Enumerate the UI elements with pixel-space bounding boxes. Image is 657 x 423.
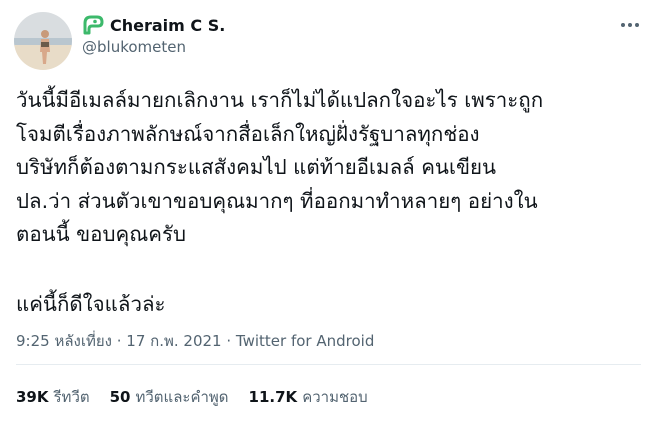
meta-separator: · [111,332,127,350]
retweets-stat[interactable]: 39K รีทวีต [16,385,90,409]
avatar-image [14,12,72,70]
tweet-line: แค่นี้ก็ดีใจแล้วล่ะ [16,291,166,316]
quotes-count: 50 [109,388,131,406]
likes-label: ความชอบ [302,388,368,406]
likes-count: 11.7K [248,388,298,406]
quotes-label: ทวีตและคำพูด [135,388,229,406]
quotes-stat[interactable]: 50 ทวีตและคำพูด [110,385,229,409]
meta-separator: · [221,332,236,350]
more-button[interactable] [617,12,643,38]
retweets-count: 39K [16,388,49,406]
likes-stat[interactable]: 11.7K ความชอบ [249,385,368,409]
tweet-stats: 39K รีทวีต 50 ทวีตและคำพูด 11.7K ความชอบ [16,385,388,409]
tweet-line: วันนี้มีอีเมลล์มายกเลิกงาน เราก็ไม่ได้แป… [16,88,544,112]
tweet-card: Cheraim C S. @blukometen วันนี้มีอีเมลล์… [0,0,657,423]
avatar[interactable] [14,12,72,70]
display-name[interactable]: Cheraim C S. [110,16,225,35]
user-handle[interactable]: @blukometen [82,38,186,56]
tweet-time[interactable]: 9:25 หลังเที่ยง [16,332,112,350]
tweet-source[interactable]: Twitter for Android [236,332,374,350]
tweet-line: ปล.ว่า ส่วนตัวเขาขอบคุณมากๆ ที่ออกมาทำหล… [16,188,538,213]
green-logo-icon [83,15,104,35]
tweet-line: บริษัทก็ต้องตามกระแสสังคมไป แต่ท้ายอีเมล… [16,155,496,179]
name-row: Cheraim C S. [82,15,225,35]
three-dots-icon [621,23,639,27]
tweet-line: โจมตีเรื่องภาพลักษณ์จากสื่อเล็กใหญ่ฝั่งร… [16,121,480,146]
tweet-text: วันนี้มีอีเมลล์มายกเลิกงาน เราก็ไม่ได้แป… [16,84,646,321]
tweet-date[interactable]: 17 ก.พ. 2021 [126,332,221,350]
tweet-line: ตอนนี้ ขอบคุณครับ [16,222,186,246]
retweets-label: รีทวีต [53,388,90,406]
tweet-meta: 9:25 หลังเที่ยง · 17 ก.พ. 2021 · Twitter… [16,329,374,353]
divider [16,364,641,365]
